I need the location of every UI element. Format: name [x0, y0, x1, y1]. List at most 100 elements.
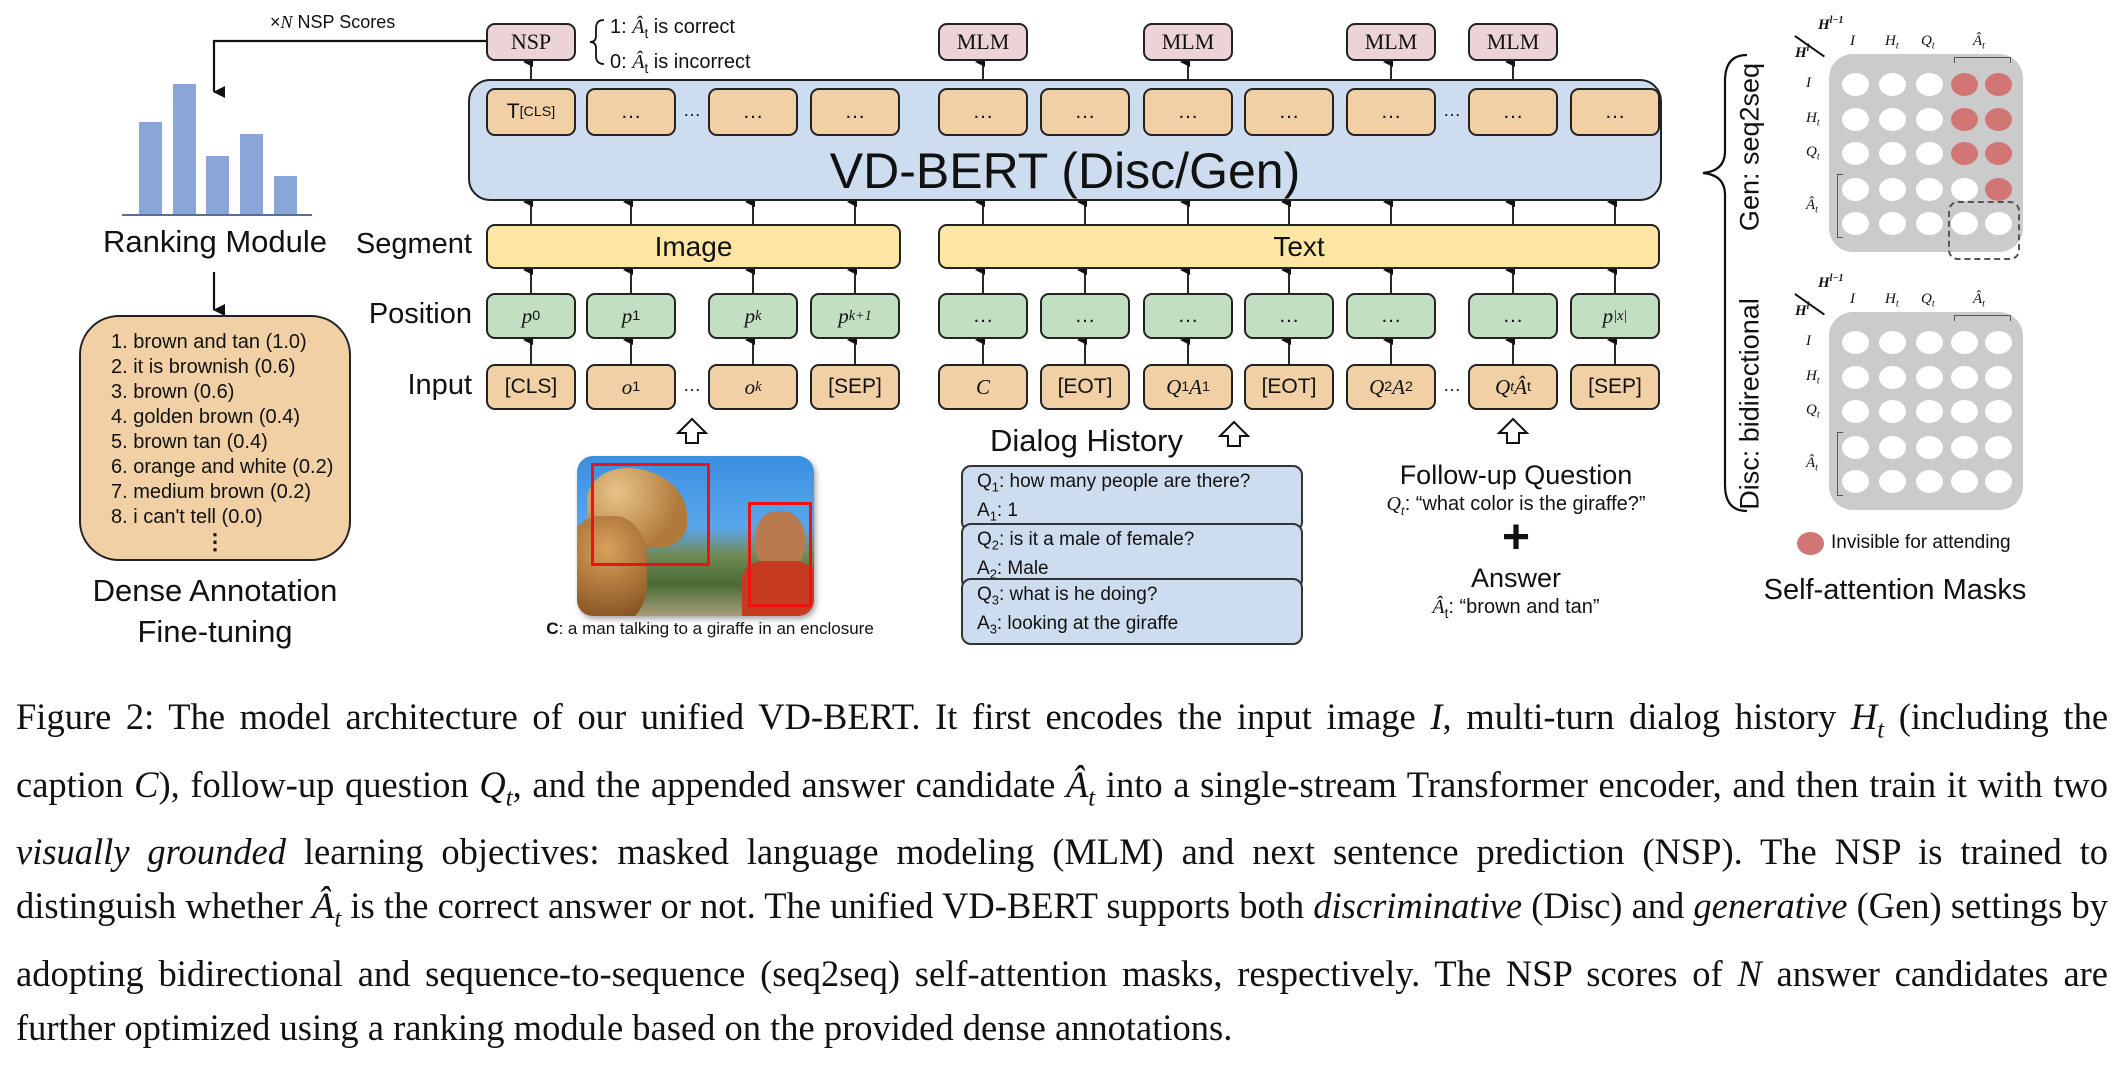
token-text-part: [CLS]	[519, 104, 556, 120]
nsp-outcome-incorrect: 0: Ât is incorrect	[610, 50, 751, 76]
token-text-part: o	[621, 374, 633, 399]
token-text-part: Q	[1495, 374, 1511, 399]
visible-cell	[1842, 108, 1869, 131]
visible-cell	[1916, 212, 1943, 235]
output-token: …	[1468, 88, 1558, 136]
token-text-part: …	[844, 100, 866, 123]
dense-annotation-title: Dense Annotation Fine-tuning	[40, 570, 390, 652]
token-text-part: o	[744, 374, 756, 399]
invisible-cell	[1985, 178, 2012, 201]
caption-segment: C	[134, 763, 159, 805]
mask-column-label: Ât	[1973, 33, 1986, 52]
position-token: …	[1244, 293, 1334, 339]
output-token: …	[810, 88, 900, 136]
token-text-part: …	[972, 304, 994, 327]
visible-cell	[1879, 366, 1906, 389]
nsp-outcome-correct: 1: Ât is correct	[610, 16, 735, 41]
token-text-part: |x|	[1613, 307, 1628, 324]
mask-corner-prev-layer: Hl−1	[1818, 273, 1844, 291]
mask-row-label: I	[1806, 75, 1811, 91]
caption-segment: Figure 2: The model architecture of our …	[16, 696, 1431, 737]
token-text-part: …	[1604, 100, 1626, 123]
token-text-part: [EOT]	[1057, 375, 1113, 398]
answer-text: Ât: “brown and tan”	[1432, 596, 1600, 621]
visible-cell	[1842, 470, 1869, 493]
visible-cell	[1916, 108, 1943, 131]
nsp-outcomes: 1: Ât is correct 0: Ât is incorrect	[610, 13, 751, 83]
visible-cell	[1985, 400, 2012, 423]
visible-cell	[1985, 436, 2012, 459]
caption-segment: ), follow-up question	[158, 763, 480, 805]
legend-invisible-swatch	[1797, 532, 1824, 555]
token-text-part: A	[1189, 374, 1202, 399]
mask-column-label: Ht	[1885, 291, 1899, 310]
token-text-part: …	[1502, 100, 1524, 123]
token-text-part: …	[1278, 304, 1300, 327]
invisible-cell	[1951, 142, 1978, 165]
token-text-part: t	[1527, 379, 1531, 395]
output-token: …	[1143, 88, 1233, 136]
dialog-turn: Q1: how many people are there? A1: 1	[961, 465, 1303, 533]
token-text-part: …	[620, 100, 642, 123]
caption-segment: generative	[1693, 885, 1848, 927]
token-text-part: [EOT]	[1261, 375, 1317, 398]
image-caption: C: a man talking to a giraffe in an encl…	[520, 619, 900, 639]
visible-cell	[1951, 470, 1978, 493]
dialog-answer: A3: looking at the giraffe	[977, 612, 1179, 637]
caption-segment: , and the appended answer candidate	[512, 763, 1066, 805]
token-text-part: 2	[1384, 379, 1393, 395]
visible-cell	[1985, 331, 2012, 354]
ranking-bar	[139, 122, 162, 214]
legend-invisible-label: Invisible for attending	[1831, 532, 2011, 553]
token-text-part: …	[1074, 304, 1096, 327]
token-text-part: …	[1177, 100, 1199, 123]
visible-cell	[1879, 73, 1906, 96]
mask-row-label: Qt	[1806, 402, 1820, 421]
dialog-turn: Q3: what is he doing? A3: looking at the …	[961, 578, 1303, 646]
input-row-ellipsis: …	[1443, 375, 1461, 395]
answer-row-bracket	[1837, 432, 1843, 496]
output-token: …	[1570, 88, 1660, 136]
nsp-scores-label: ×N NSP Scores	[270, 12, 395, 33]
caption-label: C	[546, 619, 559, 638]
dense-annotation-item: 7. medium brown (0.2)	[111, 481, 312, 503]
nsp-head: NSP	[486, 23, 576, 61]
caption-segment: Â	[1066, 763, 1089, 805]
scores-text: NSP Scores	[292, 12, 396, 32]
token-text-part: …	[742, 100, 764, 123]
visible-cell	[1879, 470, 1906, 493]
dense-annotation-item: 6. orange and white (0.2)	[111, 456, 334, 478]
caption-segment: visually grounded	[16, 831, 286, 873]
mask-column-label: Qt	[1921, 291, 1935, 310]
output-token: T [CLS]	[486, 88, 576, 136]
token-text-part: p	[1602, 303, 1614, 328]
visible-cell	[1951, 331, 1978, 354]
token-text-part: …	[1380, 304, 1402, 327]
visible-cell	[1985, 366, 2012, 389]
visible-cell	[1879, 142, 1906, 165]
output-token: …	[938, 88, 1028, 136]
n-symbol: N	[280, 12, 293, 32]
mask-column-label: I	[1850, 291, 1855, 307]
token-text-part: …	[972, 100, 994, 123]
input-token: [SEP]	[810, 364, 900, 410]
mask-column-label: Qt	[1921, 33, 1935, 52]
token-text-part: …	[1278, 100, 1300, 123]
visible-cell	[1985, 470, 2012, 493]
caption-segment: Â	[312, 885, 335, 927]
token-text-part: …	[1074, 100, 1096, 123]
visible-cell	[1951, 178, 1978, 201]
mlm-head: MLM	[938, 23, 1028, 61]
visible-cell	[1951, 436, 1978, 459]
top-row-ellipsis: …	[1443, 100, 1461, 120]
plus-icon: +	[1501, 511, 1531, 564]
dense-annotation-box: 1. brown and tan (1.0) 2. it is brownish …	[79, 315, 351, 561]
dialog-history-title: Dialog History	[990, 423, 1183, 458]
visible-cell	[1842, 212, 1869, 235]
ranking-module-title: Ranking Module	[102, 224, 328, 259]
visible-cell	[1842, 366, 1869, 389]
dense-annotation-item: 3. brown (0.6)	[111, 381, 235, 403]
output-token: …	[1040, 88, 1130, 136]
input-token: [EOT]	[1244, 364, 1334, 410]
caption-segment: N	[1737, 953, 1762, 995]
